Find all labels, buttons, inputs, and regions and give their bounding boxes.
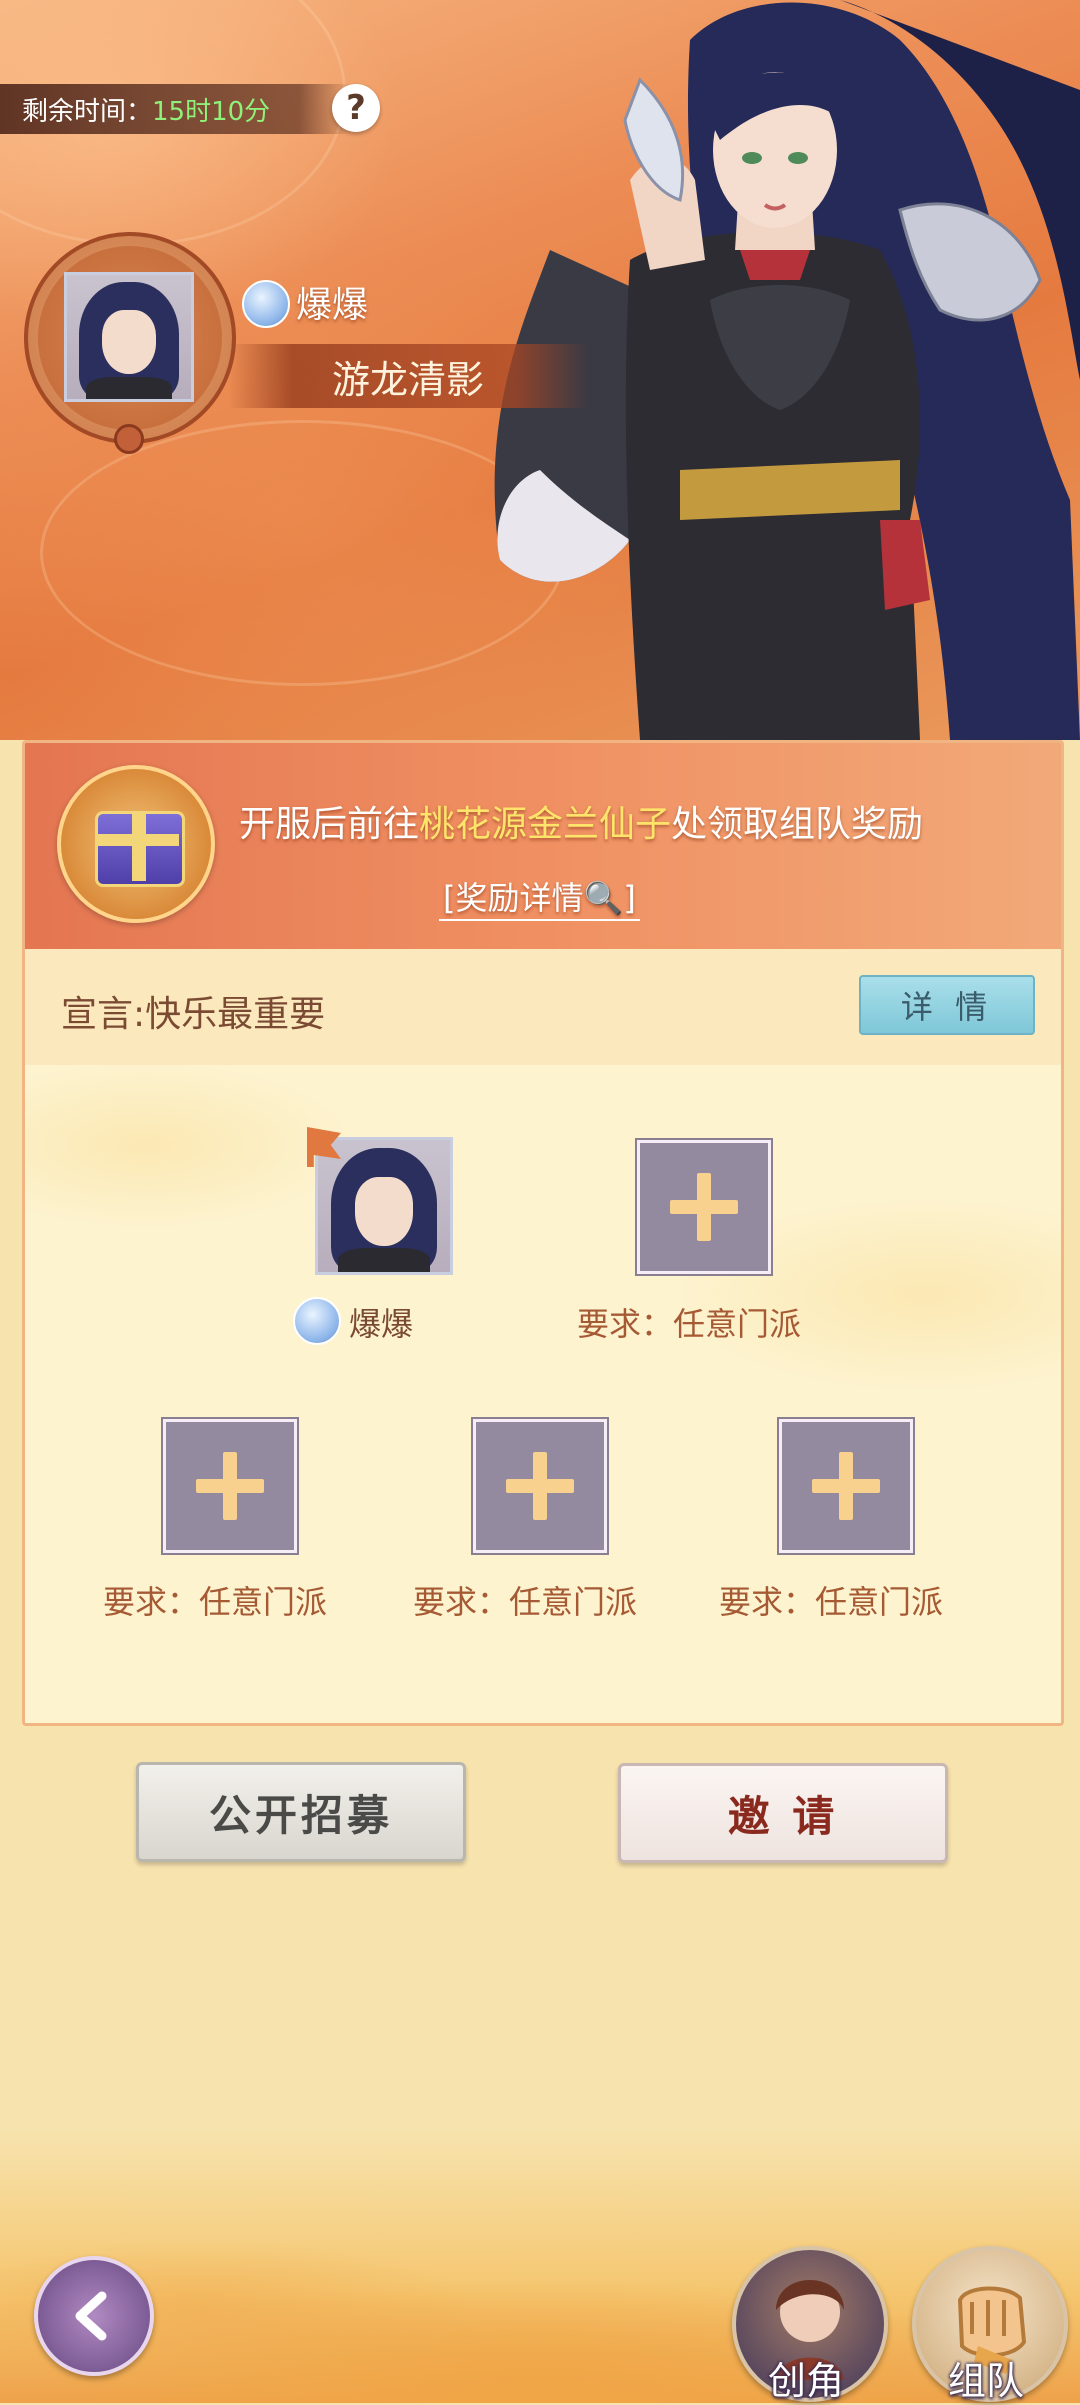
empty-member-slot[interactable] [779,1419,913,1553]
reward-text-prefix: 开服后前往 [239,804,420,845]
team-declaration: 宣言:快乐最重要 [61,994,326,1035]
member-leader-name: 爆爆 [349,1305,414,1343]
remaining-time-value: 15时10分 [152,96,271,127]
hero-banner: 剩余时间： 15时10分 ? 爆爆 游龙清影 [0,0,1080,740]
leader-title-banner: 游龙清影 [228,344,588,408]
reward-banner: 开服后前往桃花源金兰仙子处领取组队奖励 [奖励详情🔍] [25,743,1061,949]
gift-icon[interactable] [57,765,215,923]
reward-detail-link[interactable]: [奖励详情🔍] [439,873,640,921]
school-emblem-icon [242,280,290,328]
reward-description: 开服后前往桃花源金兰仙子处领取组队奖励 [239,795,923,847]
leader-title: 游龙清影 [331,357,484,402]
leader-name: 爆爆 [296,285,369,326]
declaration-row: 宣言:快乐最重要 详 情 [25,949,1061,1065]
remaining-time-label: 剩余时间： [22,96,153,127]
empty-member-slot[interactable] [637,1140,771,1274]
empty-member-slot[interactable] [473,1419,607,1553]
slot-requirement: 要求：任意门派 [413,1583,638,1621]
slot-requirement: 要求：任意门派 [103,1583,328,1621]
empty-member-slot[interactable] [163,1419,297,1553]
leader-avatar-frame[interactable] [24,232,236,454]
back-button[interactable] [34,2256,154,2376]
slot-requirement: 要求：任意门派 [719,1583,944,1621]
leader-avatar [64,272,194,402]
help-icon[interactable]: ? [332,84,380,132]
team-label: 组队 [947,2359,1024,2403]
reward-text-suffix: 处领取组队奖励 [671,804,924,845]
reward-npc-highlight: 桃花源金兰仙子 [419,804,672,845]
remaining-time-bar: 剩余时间： 15时10分 [0,84,352,134]
back-arrow-icon [75,2291,107,2341]
slot-requirement: 要求：任意门派 [577,1305,802,1343]
team-panel: 开服后前往桃花源金兰仙子处领取组队奖励 [奖励详情🔍] 宣言:快乐最重要 详 情… [22,740,1064,1726]
invite-button[interactable]: 邀 请 [618,1763,948,1863]
member-slots-area: 爆爆 要求：任意门派 要求：任意门派 要求：任意门派 要求：任意门派 [25,1065,1061,1723]
member-school-emblem-icon [293,1297,341,1345]
declaration-detail-button[interactable]: 详 情 [859,975,1035,1035]
public-recruit-button[interactable]: 公开招募 [136,1762,466,1862]
create-role-label: 创角 [767,2359,844,2403]
